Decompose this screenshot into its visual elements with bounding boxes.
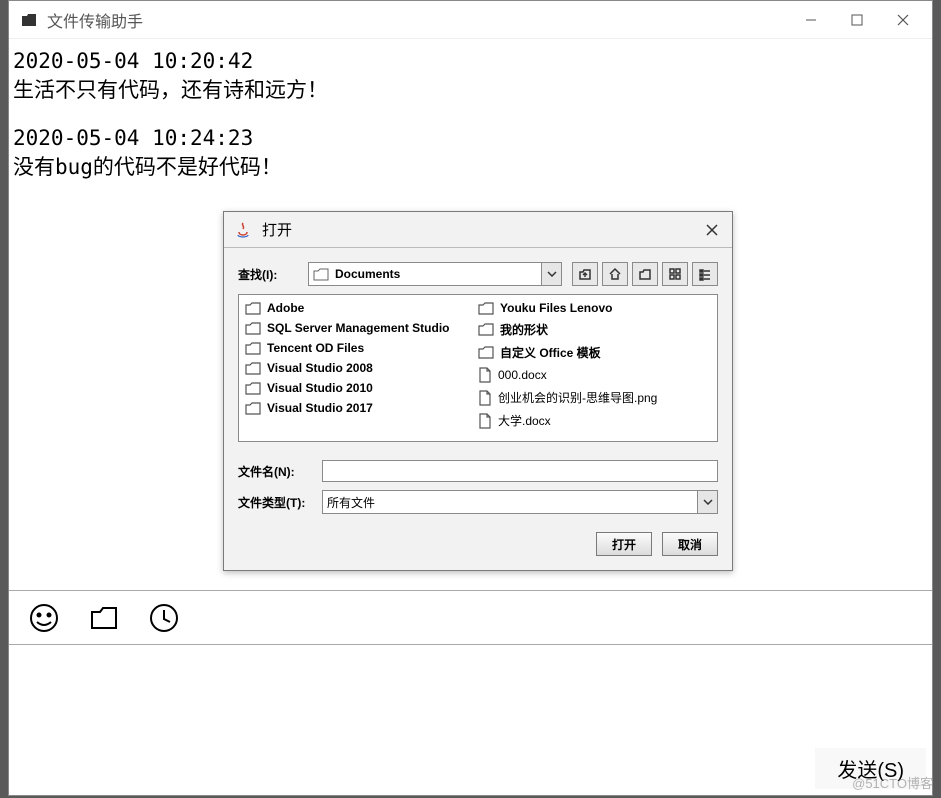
dialog-button-row: 打开 取消 — [238, 532, 718, 556]
location-text: Documents — [335, 267, 535, 281]
message-block: 2020-05-04 10:20:42 生活不只有代码，还有诗和远方！ — [13, 47, 928, 106]
details-view-button[interactable] — [692, 262, 718, 286]
folder-item[interactable]: Tencent OD Files — [245, 341, 478, 355]
filename-label: 文件名(N): — [238, 463, 312, 480]
folder-icon — [245, 342, 261, 355]
document-icon — [478, 413, 492, 429]
title-bar: 文件传输助手 — [9, 1, 932, 39]
lookin-label: 查找(I): — [238, 266, 298, 283]
item-label: SQL Server Management Studio — [267, 321, 450, 335]
cancel-button[interactable]: 取消 — [662, 532, 718, 556]
send-bar: 发送(S) — [815, 748, 926, 789]
file-list-col2: Youku Files Lenovo 我的形状自定义 Office 模板 000.d… — [478, 301, 711, 435]
item-label: Visual Studio 2010 — [267, 381, 373, 395]
item-label: 大学.docx — [498, 412, 551, 429]
folder-icon — [478, 323, 494, 336]
input-toolbar — [9, 591, 932, 645]
list-view-button[interactable] — [662, 262, 688, 286]
dialog-title: 打开 — [262, 219, 692, 240]
home-button[interactable] — [602, 262, 628, 286]
file-item[interactable]: 000.docx — [478, 367, 711, 383]
window-controls — [788, 5, 926, 35]
dialog-title-bar: 打开 — [224, 212, 732, 248]
filename-row: 文件名(N): — [238, 460, 718, 482]
minimize-button[interactable] — [788, 5, 834, 35]
message-timestamp: 2020-05-04 10:20:42 — [13, 47, 928, 76]
folder-icon — [245, 382, 261, 395]
chevron-down-icon[interactable] — [541, 263, 561, 285]
item-label: Youku Files Lenovo — [500, 301, 612, 315]
send-button[interactable]: 发送(S) — [815, 748, 926, 789]
folder-item[interactable]: 我的形状 — [478, 321, 711, 338]
document-icon — [478, 390, 492, 406]
java-icon — [234, 221, 252, 239]
document-icon — [478, 367, 492, 383]
folder-item[interactable]: Visual Studio 2017 — [245, 401, 478, 415]
file-list-col1: Adobe SQL Server Management Studio Tencent… — [245, 301, 478, 435]
folder-icon — [245, 362, 261, 375]
folder-icon — [245, 322, 261, 335]
item-label: 自定义 Office 模板 — [500, 344, 601, 361]
folder-icon — [478, 302, 494, 315]
filetype-row: 文件类型(T): 所有文件 — [238, 490, 718, 514]
new-folder-button[interactable] — [632, 262, 658, 286]
app-folder-icon — [21, 13, 37, 27]
open-button[interactable]: 打开 — [596, 532, 652, 556]
chevron-down-icon[interactable] — [697, 491, 717, 513]
item-label: 创业机会的识别-思维导图.png — [498, 389, 657, 406]
folder-item[interactable]: Visual Studio 2008 — [245, 361, 478, 375]
item-label: Visual Studio 2017 — [267, 401, 373, 415]
item-label: 000.docx — [498, 368, 547, 382]
up-folder-button[interactable] — [572, 262, 598, 286]
folder-icon — [313, 268, 329, 281]
file-item[interactable]: 创业机会的识别-思维导图.png — [478, 389, 711, 406]
dialog-body: 查找(I): Documents Adobe SQL Server Managem… — [224, 248, 732, 570]
filetype-select[interactable]: 所有文件 — [322, 490, 718, 514]
item-label: Tencent OD Files — [267, 341, 364, 355]
window-title: 文件传输助手 — [47, 8, 778, 32]
file-button[interactable] — [87, 601, 121, 635]
message-text: 没有bug的代码不是好代码！ — [13, 153, 928, 182]
folder-item[interactable]: SQL Server Management Studio — [245, 321, 478, 335]
dialog-close-button[interactable] — [702, 220, 722, 240]
item-label: 我的形状 — [500, 321, 548, 338]
emoji-button[interactable] — [27, 601, 61, 635]
filetype-label: 文件类型(T): — [238, 494, 312, 511]
folder-item[interactable]: Youku Files Lenovo — [478, 301, 711, 315]
close-button[interactable] — [880, 5, 926, 35]
message-block: 2020-05-04 10:24:23 没有bug的代码不是好代码！ — [13, 124, 928, 183]
message-text: 生活不只有代码，还有诗和远方！ — [13, 76, 928, 105]
view-buttons — [572, 262, 718, 286]
folder-item[interactable]: Visual Studio 2010 — [245, 381, 478, 395]
folder-item[interactable]: Adobe — [245, 301, 478, 315]
maximize-button[interactable] — [834, 5, 880, 35]
item-label: Visual Studio 2008 — [267, 361, 373, 375]
folder-item[interactable]: 自定义 Office 模板 — [478, 344, 711, 361]
folder-icon — [245, 302, 261, 315]
item-label: Adobe — [267, 301, 304, 315]
location-select[interactable]: Documents — [308, 262, 562, 286]
file-item[interactable]: 大学.docx — [478, 412, 711, 429]
folder-icon — [245, 402, 261, 415]
folder-icon — [478, 346, 494, 359]
file-open-dialog: 打开 查找(I): Documents — [223, 211, 733, 571]
input-area[interactable]: 发送(S) — [9, 645, 932, 795]
file-list[interactable]: Adobe SQL Server Management Studio Tencent… — [238, 294, 718, 442]
message-timestamp: 2020-05-04 10:24:23 — [13, 124, 928, 153]
history-button[interactable] — [147, 601, 181, 635]
filetype-value: 所有文件 — [327, 494, 375, 511]
filename-input[interactable] — [322, 460, 718, 482]
lookin-row: 查找(I): Documents — [238, 262, 718, 286]
